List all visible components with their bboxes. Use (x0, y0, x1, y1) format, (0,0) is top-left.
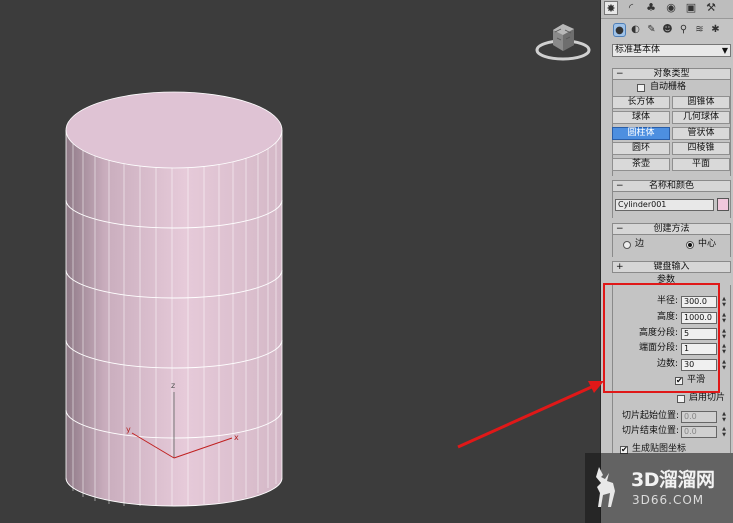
keyboard-entry-title: 键盘输入 (653, 262, 690, 272)
perspective-viewport[interactable]: z y x (0, 0, 600, 523)
center-radio[interactable] (686, 241, 694, 249)
cylinder-top-cap (65, 91, 283, 169)
plane-button[interactable]: 平面 (672, 158, 730, 171)
parameters-highlight-box (603, 283, 720, 393)
expand-icon: + (616, 262, 624, 272)
collapse-icon: − (616, 181, 624, 191)
lights-icon[interactable]: ✎ (645, 23, 658, 37)
motion-tab-icon[interactable]: ◉ (664, 1, 678, 15)
axis-label-y: y (126, 425, 131, 434)
display-tab-icon[interactable]: ▣ (684, 1, 698, 15)
slice-on-label: 启用切片 (689, 393, 726, 403)
autogrid-label: 自动栅格 (650, 82, 687, 92)
shapes-icon[interactable]: ◐ (629, 23, 642, 37)
cone-button[interactable]: 圆锥体 (672, 96, 730, 109)
object-type-title: 对象类型 (653, 69, 690, 79)
creation-method-title: 创建方法 (653, 224, 690, 234)
helpers-icon[interactable]: ⚲ (677, 23, 690, 37)
hierarchy-tab-icon[interactable]: ♣ (644, 1, 658, 15)
box-button[interactable]: 长方体 (612, 96, 670, 109)
pyramid-button[interactable]: 四棱锥 (672, 142, 730, 155)
modify-tab-icon[interactable]: ◜ (624, 1, 638, 15)
center-radio-label: 中心 (698, 239, 717, 249)
slice-to-label: 切片结束位置: (622, 426, 680, 436)
object-color-swatch[interactable] (717, 198, 729, 211)
object-type-rollout-header[interactable]: − 对象类型 (612, 68, 731, 80)
cylinder-button[interactable]: 圆柱体 (612, 127, 670, 140)
edge-radio-label: 边 (635, 239, 645, 249)
category-dropdown[interactable]: 标准基本体 ▼ (612, 44, 731, 57)
cylinder-scene[interactable]: z y x (0, 0, 600, 523)
keyboard-entry-rollout-header[interactable]: + 键盘输入 (612, 261, 731, 273)
cameras-icon[interactable]: ☻ (661, 23, 674, 37)
spacewarps-icon[interactable]: ≋ (693, 23, 706, 37)
name-color-title: 名称和颜色 (648, 181, 694, 191)
cap-segments-spinner-arrows[interactable]: ▲ ▼ (721, 343, 727, 355)
tube-button[interactable]: 管状体 (672, 127, 730, 140)
height-segments-spinner-arrows[interactable]: ▲ ▼ (721, 328, 727, 340)
teapot-button[interactable]: 茶壶 (612, 158, 670, 171)
watermark-subtitle: 3D66.COM (632, 493, 705, 507)
slice-on-checkbox[interactable] (677, 395, 685, 403)
height-spinner-arrows[interactable]: ▲ ▼ (721, 312, 727, 324)
creation-method-rollout-header[interactable]: − 创建方法 (612, 223, 731, 235)
axis-label-z: z (171, 381, 175, 390)
collapse-icon: − (616, 224, 624, 234)
command-panel-tabs: ✸ ◜ ♣ ◉ ▣ ⚒ (601, 0, 733, 19)
axis-label-x: x (234, 433, 239, 442)
category-dropdown-value: 标准基本体 (615, 45, 661, 55)
collapse-icon: − (616, 69, 624, 79)
edge-radio[interactable] (623, 241, 631, 249)
watermark: 3D溜溜网 3D66.COM (585, 453, 733, 523)
slice-from-spinner[interactable]: 0.0 (681, 411, 717, 423)
viewcube-icon[interactable] (533, 18, 593, 66)
object-name-field[interactable]: Cylinder001 (615, 199, 714, 211)
geosphere-button[interactable]: 几何球体 (672, 111, 730, 124)
sides-spinner-arrows[interactable]: ▲ ▼ (721, 359, 727, 371)
chevron-down-icon: ▼ (721, 46, 728, 55)
geometry-icon[interactable]: ● (613, 23, 626, 37)
slice-from-label: 切片起始位置: (622, 411, 680, 421)
radius-spinner-arrows[interactable]: ▲ ▼ (721, 296, 727, 308)
name-color-rollout-header[interactable]: − 名称和颜色 (612, 180, 731, 192)
create-subcategory-row: ● ◐ ✎ ☻ ⚲ ≋ ✱ (609, 23, 729, 39)
deer-logo-icon (596, 467, 615, 507)
create-tab-icon[interactable]: ✸ (604, 1, 618, 15)
utilities-tab-icon[interactable]: ⚒ (704, 1, 718, 15)
slice-to-spinner[interactable]: 0.0 (681, 426, 717, 438)
torus-button[interactable]: 圆环 (612, 142, 670, 155)
sphere-button[interactable]: 球体 (612, 111, 670, 124)
autogrid-checkbox[interactable] (637, 84, 645, 92)
slice-from-spinner-arrows[interactable]: ▲ ▼ (721, 411, 727, 423)
watermark-title: 3D溜溜网 (631, 469, 715, 491)
systems-icon[interactable]: ✱ (709, 23, 722, 37)
slice-to-spinner-arrows[interactable]: ▲ ▼ (721, 426, 727, 438)
